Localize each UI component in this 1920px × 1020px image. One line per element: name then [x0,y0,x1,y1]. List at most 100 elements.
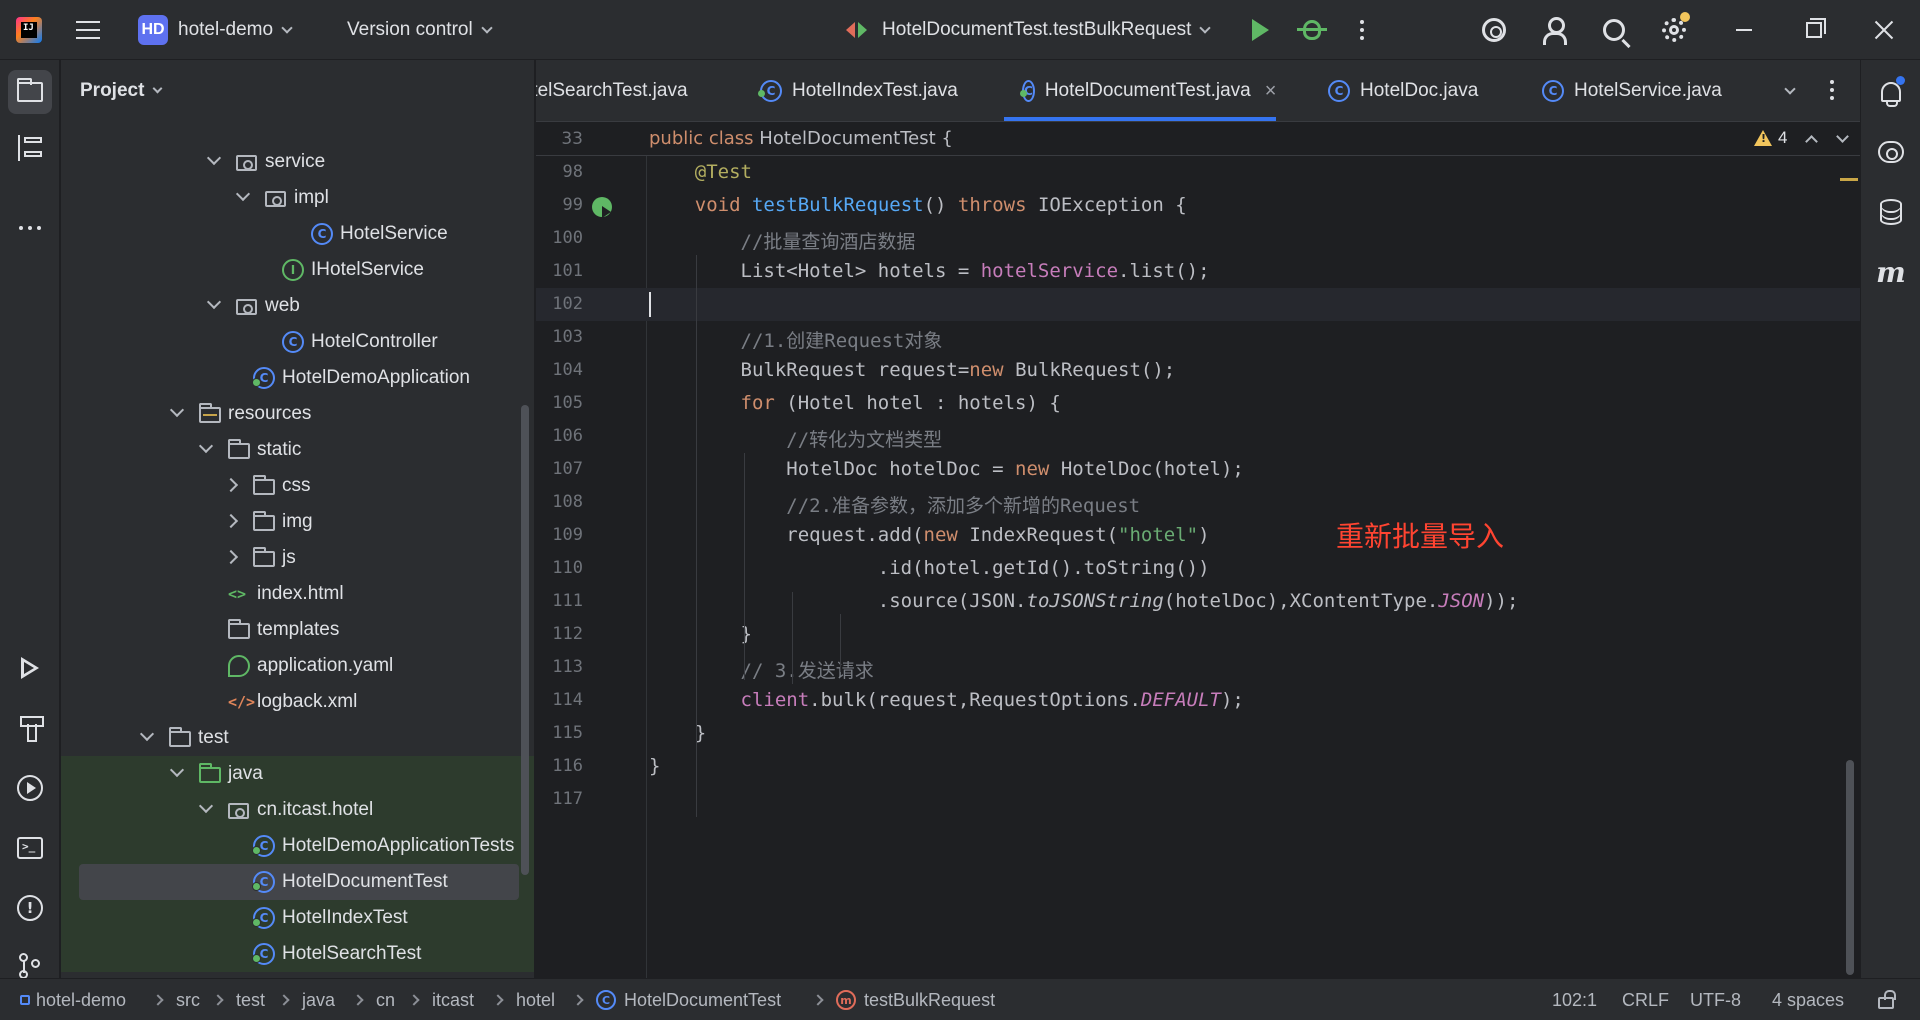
tree-item[interactable]: java [61,756,534,792]
editor-scrollbar[interactable] [1846,760,1854,975]
ai-chat-button[interactable] [1871,132,1911,172]
code-line[interactable]: 106 //转化为文档类型 [536,420,1860,453]
restore-button[interactable] [1794,0,1834,60]
chevron-down-icon[interactable] [206,294,222,310]
chevron-right-icon[interactable] [223,513,239,529]
tree-item[interactable]: js [61,540,534,576]
code-line[interactable]: 116} [536,750,1860,783]
tab-hotel-doc[interactable]: C HotelDoc.java [1328,60,1478,121]
tree-item[interactable]: service [61,144,534,180]
chevron-down-icon[interactable] [198,438,214,454]
breadcrumb-item[interactable]: C HotelDocumentTest [596,979,781,1020]
database-button[interactable] [1871,192,1911,232]
chevron-down-icon[interactable] [169,762,185,778]
project-switcher[interactable]: HD hotel-demo [138,0,293,60]
tree-item[interactable]: resources [61,396,534,432]
caret-position[interactable]: 102:1 [1552,979,1597,1020]
tree-item[interactable]: test [61,720,534,756]
run-tool-button[interactable] [8,646,52,690]
more-tools-button[interactable] [8,206,52,250]
more-actions-button[interactable] [1342,0,1382,60]
breadcrumb-item[interactable]: test [236,979,265,1020]
project-scrollbar[interactable] [521,405,529,875]
structure-tool-button[interactable] [8,126,52,170]
settings-button[interactable] [1654,0,1694,60]
tree-item[interactable]: cn.itcast.hotel [61,792,534,828]
tree-item[interactable]: web [61,288,534,324]
tree-item[interactable]: img [61,504,534,540]
chevron-down-icon[interactable] [206,150,222,166]
terminal-tool-button[interactable]: >_ [8,826,52,870]
tree-item[interactable]: static [61,432,534,468]
code-line[interactable]: 104 BulkRequest request=new BulkRequest(… [536,354,1860,387]
breadcrumb-item[interactable]: m testBulkRequest [836,979,995,1020]
tree-item[interactable]: C HotelDemoApplicationTests [61,828,534,864]
tabs-dropdown-button[interactable] [1784,60,1796,121]
tree-item[interactable]: C HotelDemoApplication [61,360,534,396]
tree-item[interactable]: C HotelController [61,324,534,360]
code-line[interactable]: 113 // 3.发送请求 [536,651,1860,684]
tab-hotel-index-test[interactable]: C HotelIndexTest.java [758,60,958,121]
code-with-me-button[interactable] [1534,0,1574,60]
tree-item[interactable]: C HotelDocumentTest [61,864,534,900]
code-line[interactable]: 101 List<Hotel> hotels = hotelService.li… [536,255,1860,288]
breadcrumb-item[interactable]: java [302,979,335,1020]
code-line[interactable]: 98 @Test [536,156,1860,189]
breadcrumb-item[interactable]: cn [376,979,395,1020]
code-line[interactable]: 117 [536,783,1860,816]
code-line[interactable]: 114 client.bulk(request,RequestOptions.D… [536,684,1860,717]
tab-hotel-service[interactable]: C HotelService.java [1542,60,1722,121]
code-line[interactable]: 107 HotelDoc hotelDoc = new HotelDoc(hot… [536,453,1860,486]
ai-assistant-button[interactable] [1474,0,1514,60]
tree-item[interactable]: impl [61,180,534,216]
project-tool-button[interactable] [8,70,52,114]
run-test-gutter-icon[interactable] [592,197,612,218]
tree-item[interactable]: C HotelService [61,216,534,252]
tree-item[interactable]: <> index.html [61,576,534,612]
breadcrumb-item[interactable]: hotel [516,979,555,1020]
chevron-down-icon[interactable] [139,726,155,742]
services-tool-button[interactable] [8,766,52,810]
code-line[interactable]: 115 } [536,717,1860,750]
tree-item[interactable]: </> logback.xml [61,684,534,720]
maven-button[interactable]: m [1871,252,1911,292]
project-panel-header[interactable]: Project [61,60,534,122]
line-separator[interactable]: CRLF [1622,979,1669,1020]
tree-item[interactable]: templates [61,612,534,648]
breadcrumb-item[interactable]: hotel-demo [20,979,126,1020]
code-line[interactable]: 112 } [536,618,1860,651]
intellij-logo-icon[interactable]: IJ [16,0,44,60]
chevron-down-icon[interactable] [235,186,251,202]
chevron-right-icon[interactable] [223,477,239,493]
code-line[interactable]: 111 .source(JSON.toJSONString(hotelDoc),… [536,585,1860,618]
tree-item[interactable]: I IHotelService [61,252,534,288]
sticky-line[interactable]: 33 public class HotelDocumentTest { [536,123,1860,156]
indent-setting[interactable]: 4 spaces [1772,979,1844,1020]
close-button[interactable] [1864,0,1904,60]
run-configuration-selector[interactable]: HotelDocumentTest.testBulkRequest [846,0,1212,60]
version-control-menu[interactable]: Version control [347,0,493,60]
tabs-more-button[interactable] [1830,80,1834,100]
debug-button[interactable] [1292,0,1332,60]
build-tool-button[interactable] [8,706,52,750]
code-line[interactable]: 105 for (Hotel hotel : hotels) { [536,387,1860,420]
main-menu-icon[interactable] [74,0,102,60]
file-encoding[interactable]: UTF-8 [1690,979,1741,1020]
tree-item[interactable]: application.yaml [61,648,534,684]
chevron-down-icon[interactable] [169,402,185,418]
code-line[interactable]: 99 void testBulkRequest() throws IOExcep… [536,189,1860,222]
code-line[interactable]: 100 //批量查询酒店数据 [536,222,1860,255]
run-button[interactable] [1240,0,1280,60]
tree-item[interactable]: C HotelSearchTest [61,936,534,972]
code-line[interactable]: 109 request.add(new IndexRequest("hotel"… [536,519,1860,552]
chevron-down-icon[interactable] [198,798,214,814]
code-line[interactable]: 103 //1.创建Request对象 [536,321,1860,354]
code-line[interactable]: 110 .id(hotel.getId().toString()) [536,552,1860,585]
code-line[interactable]: 102 [536,288,1860,321]
tree-item[interactable]: css [61,468,534,504]
tab-hotel-search-test[interactable]: HotelSearchTest.java [536,60,688,121]
tree-item[interactable]: C HotelIndexTest [61,900,534,936]
minimize-button[interactable] [1724,0,1764,60]
read-only-toggle[interactable] [1878,979,1896,1020]
breadcrumb-item[interactable]: src [176,979,200,1020]
